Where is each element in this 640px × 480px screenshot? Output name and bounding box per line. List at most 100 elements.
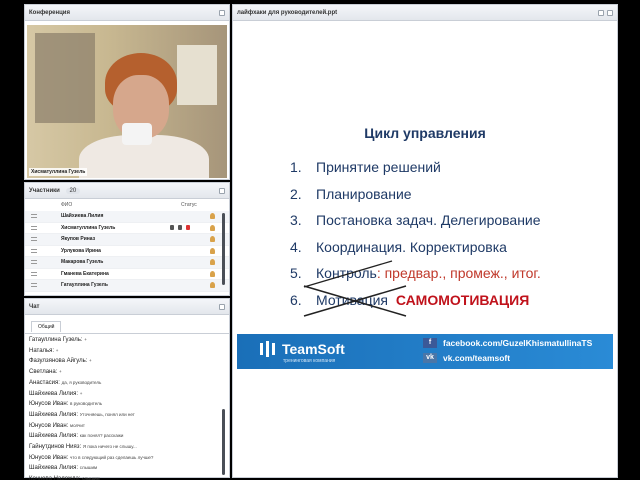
chat-text: + <box>79 390 83 396</box>
participant-name: Шайхиева Лилия <box>60 213 104 220</box>
chat-text: да, я руководитель <box>61 379 102 385</box>
vk-link[interactable]: vk vk.com/teamsoft <box>423 353 510 363</box>
chat-author: Шайхиева Лилия: <box>29 433 79 440</box>
drag-handle-icon[interactable] <box>31 237 37 242</box>
slide-title: Цикл управления <box>364 125 486 141</box>
chat-author: Наталья: <box>29 347 55 354</box>
chat-title: Чат <box>29 303 40 310</box>
participant-name: Гманева Екатерина <box>60 270 109 277</box>
item-number: 6. <box>290 291 302 308</box>
participants-columns: ФИО Статус <box>25 199 229 211</box>
struck-item: Мотивация <box>303 284 407 317</box>
participant-row[interactable]: Якупов Риназ <box>25 234 229 246</box>
panel-menu-icon[interactable] <box>219 9 225 16</box>
chat-message: Светлана: + <box>29 367 225 378</box>
column-header-status[interactable]: Статус <box>181 202 197 208</box>
item-text: Принятие решений <box>316 159 441 175</box>
chat-text: слышим <box>79 465 98 471</box>
microphone-icon[interactable] <box>170 225 175 231</box>
camera-icon[interactable] <box>178 225 183 231</box>
item-text: Координация. Корректировка <box>316 238 507 255</box>
item-number: 1. <box>290 159 302 175</box>
participant-row[interactable]: Гатауллина Гузель <box>25 280 229 292</box>
participant-row[interactable]: Хисматуллина Гузель <box>25 223 229 234</box>
presentation-file-title: лайфхаки для руководителей.ppt <box>237 9 338 16</box>
participant-row[interactable]: Гманева Екатерина <box>25 269 229 280</box>
chat-text: Уточняешь, понял или нет <box>79 411 135 417</box>
panel-menu-icon[interactable] <box>607 9 613 16</box>
item-number: 3. <box>290 212 302 228</box>
chat-message: Гайнутдинов Нияз: Я пока ничего не слышу… <box>29 442 225 453</box>
teamsoft-logo-icon <box>260 341 275 357</box>
vk-url: vk.com/teamsoft <box>443 353 511 363</box>
chat-author: Светлана: <box>29 369 58 376</box>
conference-title: Конференция <box>29 9 70 16</box>
chat-text: в руководитель <box>70 401 103 407</box>
chat-header: Чат <box>25 299 229 315</box>
participant-row[interactable]: Шайхиева Лилия <box>25 211 229 223</box>
chat-message: Юнусов Иван: молчит <box>29 421 225 432</box>
panel-menu-icon[interactable] <box>219 187 225 194</box>
slide: Цикл управления 1. Принятие решений 2. План… <box>235 105 615 373</box>
vk-icon: vk <box>423 353 437 363</box>
participants-panel: Участники 20 ФИО Статус Шайхиева Лилия Хи… <box>24 182 230 296</box>
participant-name: Урлукова Ирина <box>60 247 101 254</box>
participants-list: Шайхиева Лилия Хисматуллина Гузель Якупов … <box>25 211 229 292</box>
participants-title: Участники <box>29 187 60 194</box>
drag-handle-icon[interactable] <box>31 214 37 219</box>
chat-text: + <box>89 358 92 364</box>
facebook-icon: f <box>423 338 437 348</box>
participant-name: Якупов Риназ <box>60 236 96 243</box>
hand-icon <box>186 225 191 231</box>
chat-message: Кочнева Надежда: слышим <box>29 474 225 480</box>
slide-list-item: 1. Принятие решений <box>290 159 541 186</box>
drag-handle-icon[interactable] <box>31 225 37 230</box>
chat-author: Гатауллина Гузель: <box>29 337 83 343</box>
chat-tab-general[interactable]: Общий <box>31 321 62 332</box>
webcam-video: Хисматуллина Гузель <box>27 25 227 178</box>
chat-text: + <box>55 347 59 353</box>
drag-handle-icon[interactable] <box>31 260 37 265</box>
chat-author: Анастасия: <box>29 379 60 386</box>
teamsoft-banner: TeamSoft тренинговая компания f facebook… <box>237 334 613 369</box>
drag-handle-icon[interactable] <box>31 283 37 288</box>
participant-name: Хисматуллина Гузель <box>60 224 116 231</box>
chat-scrollbar[interactable] <box>222 409 225 475</box>
item-number: 2. <box>290 185 302 202</box>
user-icon <box>210 224 215 231</box>
chat-text: + <box>59 369 62 375</box>
participant-row[interactable]: Урлукова Ирина <box>25 246 229 257</box>
slide-list-item: 6. Мотивация САМОМОТИВАЦИЯ <box>290 284 541 319</box>
chat-text: Я пока ничего не слышу... <box>82 444 137 450</box>
chat-text: молчит <box>70 422 85 428</box>
chat-message: Фазулзянова Айгуль: + <box>29 356 225 367</box>
slide-list-item: 4. Координация. Корректировка <box>290 239 541 266</box>
teamsoft-logo: TeamSoft <box>259 340 345 358</box>
chat-message: Наталья: + <box>29 346 225 357</box>
facebook-link[interactable]: f facebook.com/GuzelKhismatullinaTS <box>423 338 592 348</box>
chat-text: + <box>84 337 87 342</box>
column-header-name[interactable]: ФИО <box>61 202 181 208</box>
fullscreen-icon[interactable] <box>598 9 604 16</box>
participants-scrollbar[interactable] <box>222 213 225 285</box>
chat-text: что в следующий раз сделаешь лучше? <box>70 454 154 460</box>
chat-message: Анастасия: да, я руководитель <box>29 378 225 389</box>
chat-panel: Чат Общий Гатауллина Гузель: + Наталья: +… <box>24 298 230 480</box>
chat-message: Шайхиева Лилия: как понял? расскажи <box>29 431 225 442</box>
user-icon <box>210 213 215 220</box>
slide-list-item: 2. Планирование <box>290 186 541 213</box>
slide-list-item: 5. Контроль: предвар., промеж., итог. <box>290 260 541 292</box>
participant-row[interactable]: Макарова Гузель <box>25 257 229 269</box>
user-icon <box>210 282 215 289</box>
chat-message: Юнусов Иван: в руководитель <box>29 399 225 410</box>
facebook-url: facebook.com/GuzelKhismatullinaTS <box>443 338 593 348</box>
drag-handle-icon[interactable] <box>31 248 37 253</box>
drag-handle-icon[interactable] <box>31 271 37 276</box>
item-text: Планирование <box>316 185 412 202</box>
participant-name: Макарова Гузель <box>60 259 104 266</box>
brand-name: TeamSoft <box>282 341 345 357</box>
user-icon <box>210 236 215 243</box>
panel-menu-icon[interactable] <box>219 303 225 310</box>
chat-author: Шайхиева Лилия: <box>29 411 79 418</box>
chat-message: Юнусов Иван: что в следующий раз сделаеш… <box>29 453 225 464</box>
